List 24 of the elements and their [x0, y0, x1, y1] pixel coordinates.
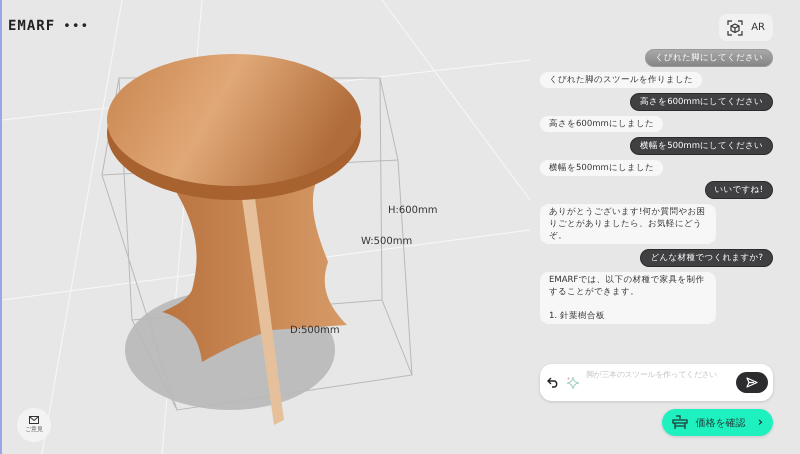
width-label: W:500mm — [361, 236, 412, 247]
bot-message: くびれた脚のスツールを作りました — [540, 72, 702, 88]
user-message: 横幅を500mmにしてください — [630, 137, 773, 155]
ar-button[interactable]: AR — [719, 14, 773, 41]
mail-icon — [29, 416, 39, 424]
user-message: いいですね! — [704, 181, 773, 199]
user-message: 高さを600mmにしてください — [630, 93, 773, 111]
send-button[interactable] — [736, 372, 768, 393]
bot-message: EMARFでは、以下の材種で家具を制作することができます。 1. 針葉樹合板 — [540, 272, 716, 324]
bot-message: ありがとうございます!何か質問やお困りごとがありましたら、お気軽にどうぞ。 — [540, 204, 716, 244]
user-message: どんな材種でつくれますか? — [640, 249, 773, 267]
user-message: くびれた脚にしてください — [645, 49, 773, 67]
height-label: H:600mm — [388, 205, 438, 216]
price-check-button[interactable]: 価格を確認 › — [662, 409, 773, 436]
bot-message: 高さを600mmにしました — [540, 116, 663, 132]
more-menu[interactable]: ••• — [63, 18, 90, 34]
undo-icon[interactable] — [547, 377, 560, 388]
desk-icon — [672, 415, 688, 430]
depth-label: D:500mm — [290, 325, 340, 336]
ar-cube-icon — [727, 20, 744, 36]
sparkle-icon — [566, 376, 580, 390]
send-icon — [746, 377, 758, 388]
logo: EMARF — [8, 18, 56, 34]
bot-message: 横幅を500mmにしました — [540, 160, 663, 176]
